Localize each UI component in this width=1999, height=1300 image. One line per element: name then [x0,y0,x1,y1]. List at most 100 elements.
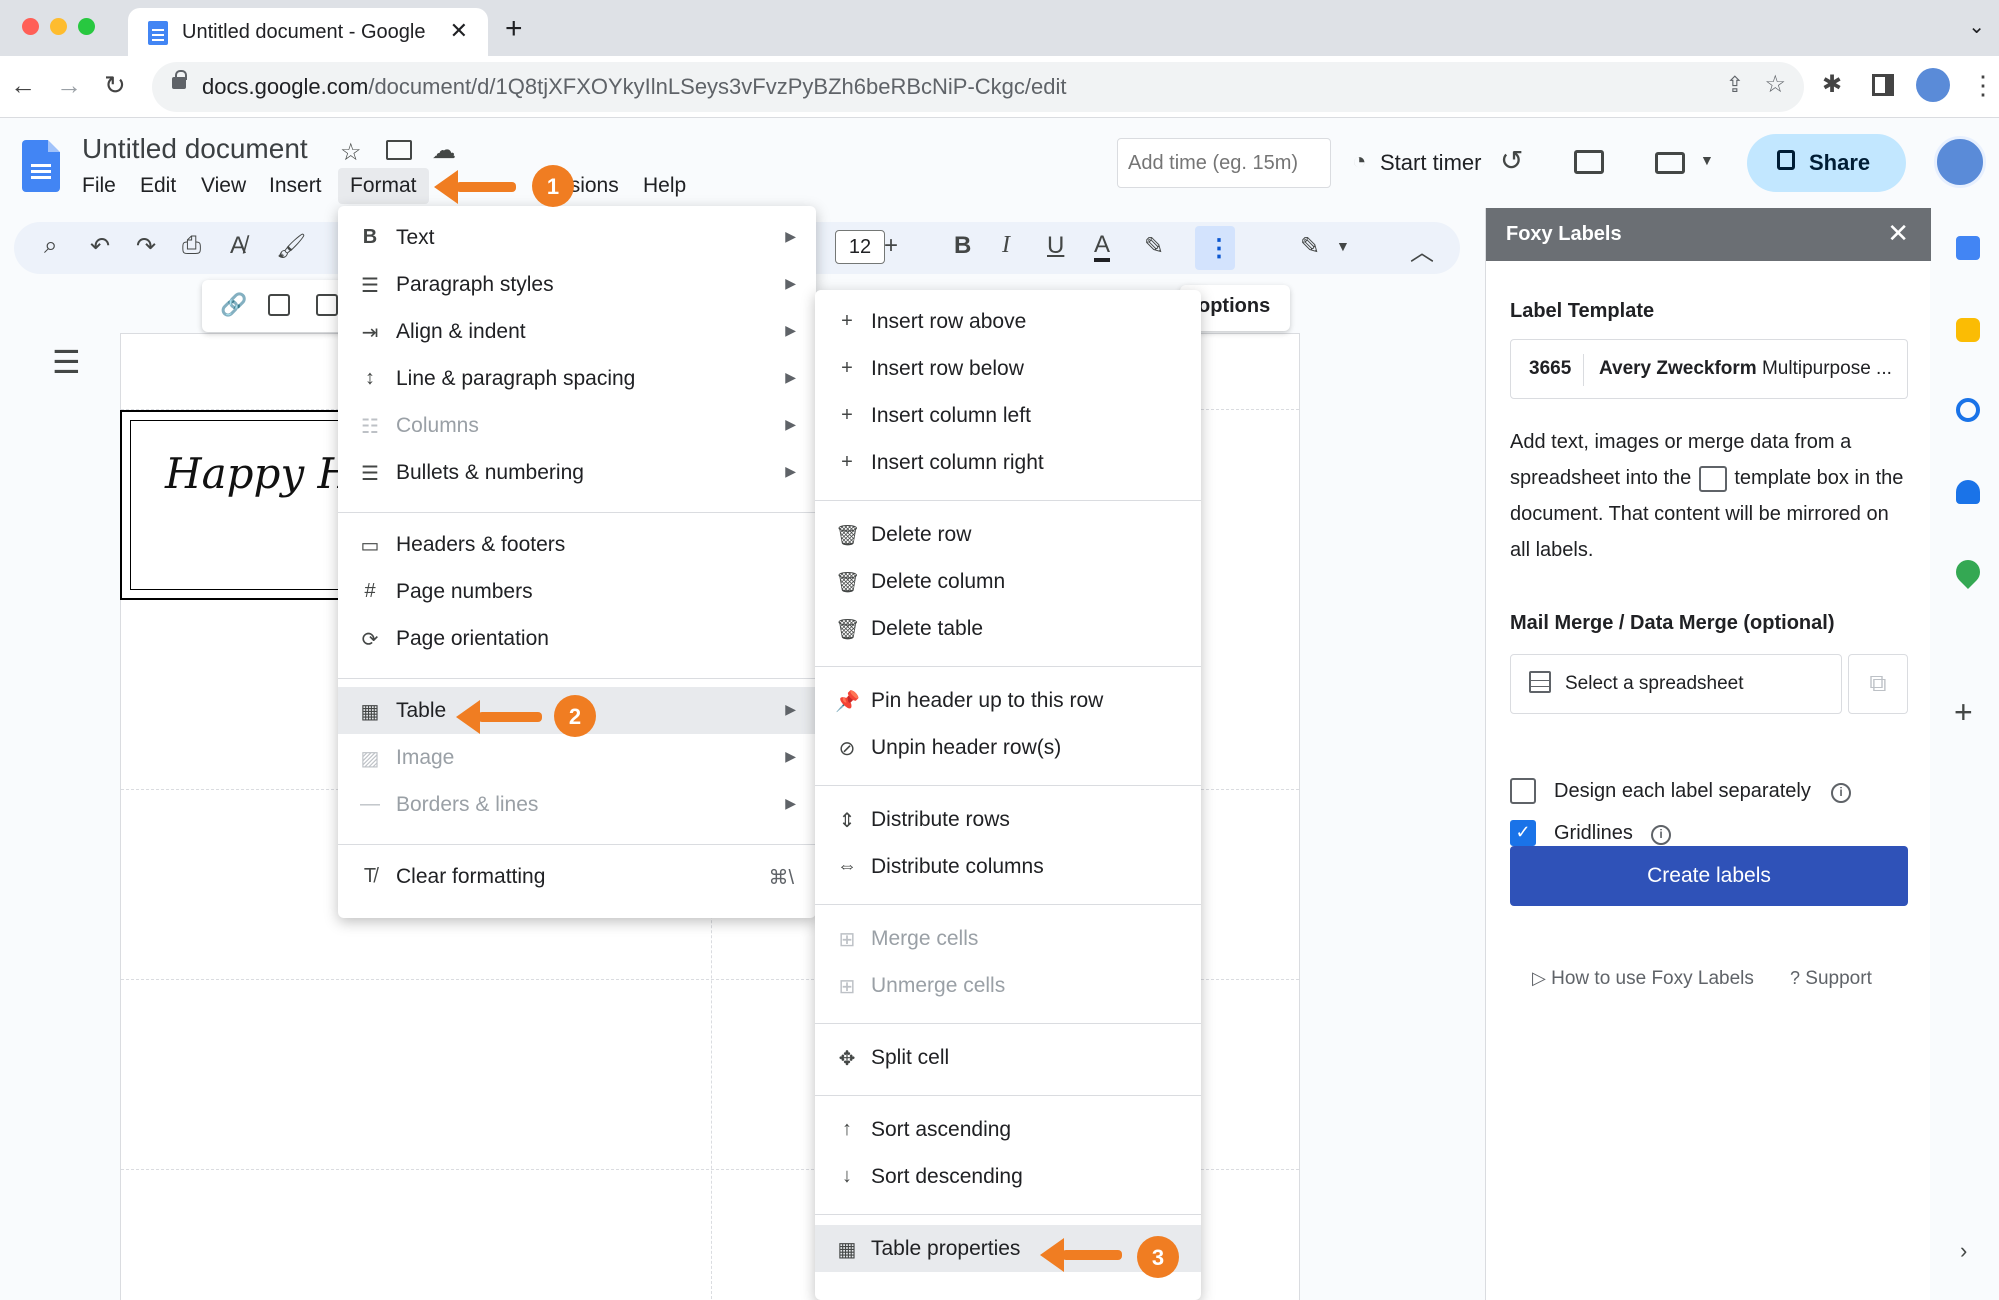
search-menus-icon[interactable]: ⌕ [44,232,57,260]
close-window-icon[interactable] [22,18,39,35]
redo-icon[interactable]: ↷ [136,232,156,261]
more-options-button[interactable]: ⋮ [1195,226,1235,270]
back-arrow-icon[interactable]: ← [10,70,36,101]
share-button[interactable]: Share [1747,134,1906,192]
spellcheck-icon[interactable]: A̸ [230,232,246,260]
highlight-color-icon[interactable]: ✎ [1144,232,1164,261]
distribute-columns-item[interactable]: ⇔ Distribute columns [815,843,1201,890]
label-template-selector[interactable]: 3665 Avery Zweckform Multipurpose ... [1510,339,1908,399]
italic-icon[interactable]: I [1002,232,1010,259]
maps-icon[interactable] [1951,555,1985,589]
cloud-status-icon[interactable]: ☁ [432,136,456,165]
gridlines-checkbox[interactable]: ✓ [1510,820,1536,846]
add-time-input[interactable] [1117,138,1331,188]
delete-row-item[interactable]: 🗑 Delete row [815,511,1201,558]
tasks-icon[interactable] [1956,398,1980,422]
comments-icon[interactable] [1574,150,1604,174]
menu-edit[interactable]: Edit [140,174,176,198]
document-title[interactable]: Untitled document [82,133,308,165]
expand-panel-chevron-icon[interactable]: › [1960,1238,1967,1264]
delete-table-item[interactable]: 🗑 Delete table [815,605,1201,652]
text-color-icon[interactable]: A [1094,232,1111,262]
open-spreadsheet-icon[interactable]: ⧉ [1848,654,1908,714]
add-addon-icon[interactable]: + [1954,694,1973,731]
side-panel-icon[interactable] [1872,74,1894,96]
insert-link-icon[interactable]: 🔗 [220,292,247,318]
document-outline-icon[interactable]: ☰ [52,343,81,381]
bookmark-star-icon[interactable]: ☆ [1764,70,1786,99]
undo-icon[interactable]: ↶ [90,232,110,261]
editing-mode-dropdown-icon[interactable]: ▼ [1336,238,1350,254]
add-comment-icon[interactable] [268,294,290,316]
format-clear-formatting-item[interactable]: T̸ Clear formatting ⌘\ [338,853,816,900]
underline-icon[interactable]: U [1047,232,1064,260]
format-page-numbers-item[interactable]: # Page numbers [338,568,816,615]
meet-dropdown-icon[interactable]: ▼ [1700,152,1714,168]
share-page-icon[interactable]: ⇪ [1726,72,1744,98]
star-icon[interactable]: ☆ [340,138,362,167]
distribute-rows-item[interactable]: ⇕ Distribute rows [815,796,1201,843]
format-text-item[interactable]: B Text ▶ [338,214,816,261]
split-cell-item[interactable]: ✥ Split cell [815,1034,1201,1081]
format-line-spacing-item[interactable]: ↕ Line & paragraph spacing ▶ [338,355,816,402]
zoom-window-icon[interactable] [78,18,95,35]
create-labels-button[interactable]: Create labels [1510,846,1908,906]
browser-menu-icon[interactable]: ⋮ [1970,70,1996,101]
menu-insert[interactable]: Insert [269,174,322,198]
browser-tab[interactable]: Untitled document - Google Docs ✕ [128,8,488,56]
move-folder-icon[interactable] [386,140,412,160]
version-history-icon[interactable]: ↺ [1500,144,1523,177]
extensions-puzzle-icon[interactable]: ✱ [1822,70,1842,99]
start-timer-button[interactable]: Start timer [1380,150,1481,176]
unpin-header-item[interactable]: ⊘ Unpin header row(s) [815,724,1201,771]
insert-row-below-item[interactable]: + Insert row below [815,345,1201,392]
delete-column-item[interactable]: 🗑 Delete column [815,558,1201,605]
support-link[interactable]: ? Support [1790,968,1872,990]
insert-column-left-item[interactable]: + Insert column left [815,392,1201,439]
tab-search-chevron-icon[interactable]: ⌄ [1968,14,1985,39]
account-avatar[interactable] [1934,136,1986,188]
format-bullets-item[interactable]: ☰ Bullets & numbering ▶ [338,449,816,496]
minimize-window-icon[interactable] [50,18,67,35]
menu-format[interactable]: Format [338,168,429,204]
print-icon[interactable]: ⎙ [182,232,201,260]
forward-arrow-icon[interactable]: → [56,70,82,101]
insert-row-above-item[interactable]: + Insert row above [815,298,1201,345]
pin-header-item[interactable]: 📌 Pin header up to this row [815,677,1201,724]
calendar-icon[interactable] [1956,236,1980,260]
bold-icon[interactable]: B [954,232,971,260]
profile-avatar[interactable] [1916,68,1950,102]
meet-camera-icon[interactable] [1655,152,1685,174]
menu-file[interactable]: File [82,174,116,198]
font-size-input[interactable]: 12 [835,230,885,264]
sort-ascending-item[interactable]: ↑ Sort ascending [815,1106,1201,1153]
info-icon[interactable]: i [1651,825,1671,845]
insert-column-right-item[interactable]: + Insert column right [815,439,1201,486]
menu-help[interactable]: Help [643,174,686,198]
info-icon[interactable]: i [1831,783,1851,803]
address-bar[interactable]: docs.google.com/document/d/1Q8tjXFXOYkyI… [152,62,1804,112]
keep-icon[interactable] [1956,318,1980,342]
paint-format-icon[interactable]: 🖌 [276,232,306,261]
new-tab-icon[interactable]: + [505,12,523,46]
how-to-use-link[interactable]: ▷ How to use Foxy Labels [1532,968,1754,990]
editing-mode-pencil-icon[interactable]: ✎ [1300,232,1320,261]
select-spreadsheet-button[interactable]: Select a spreadsheet [1510,654,1842,714]
docs-logo-icon[interactable] [22,140,60,192]
format-paragraph-styles-item[interactable]: ☰ Paragraph styles ▶ [338,261,816,308]
format-align-indent-item[interactable]: ⇥ Align & indent ▶ [338,308,816,355]
hide-menus-chevron-icon[interactable]: ︿ [1410,232,1434,267]
increase-font-size-icon[interactable]: + [884,232,898,260]
design-each-checkbox[interactable] [1510,778,1536,804]
menu-view[interactable]: View [201,174,246,198]
insert-image-icon[interactable] [316,294,338,316]
sort-descending-item[interactable]: ↓ Sort descending [815,1153,1201,1200]
close-tab-icon[interactable]: ✕ [450,18,468,44]
format-headers-footers-item[interactable]: ▭ Headers & footers [338,521,816,568]
label-template-box[interactable] [120,410,360,600]
close-panel-icon[interactable]: ✕ [1887,218,1909,249]
contacts-icon[interactable] [1956,480,1980,504]
tab-title: Untitled document - Google Docs [182,21,432,43]
reload-icon[interactable]: ↻ [104,70,126,101]
format-page-orientation-item[interactable]: ⟳ Page orientation [338,615,816,662]
